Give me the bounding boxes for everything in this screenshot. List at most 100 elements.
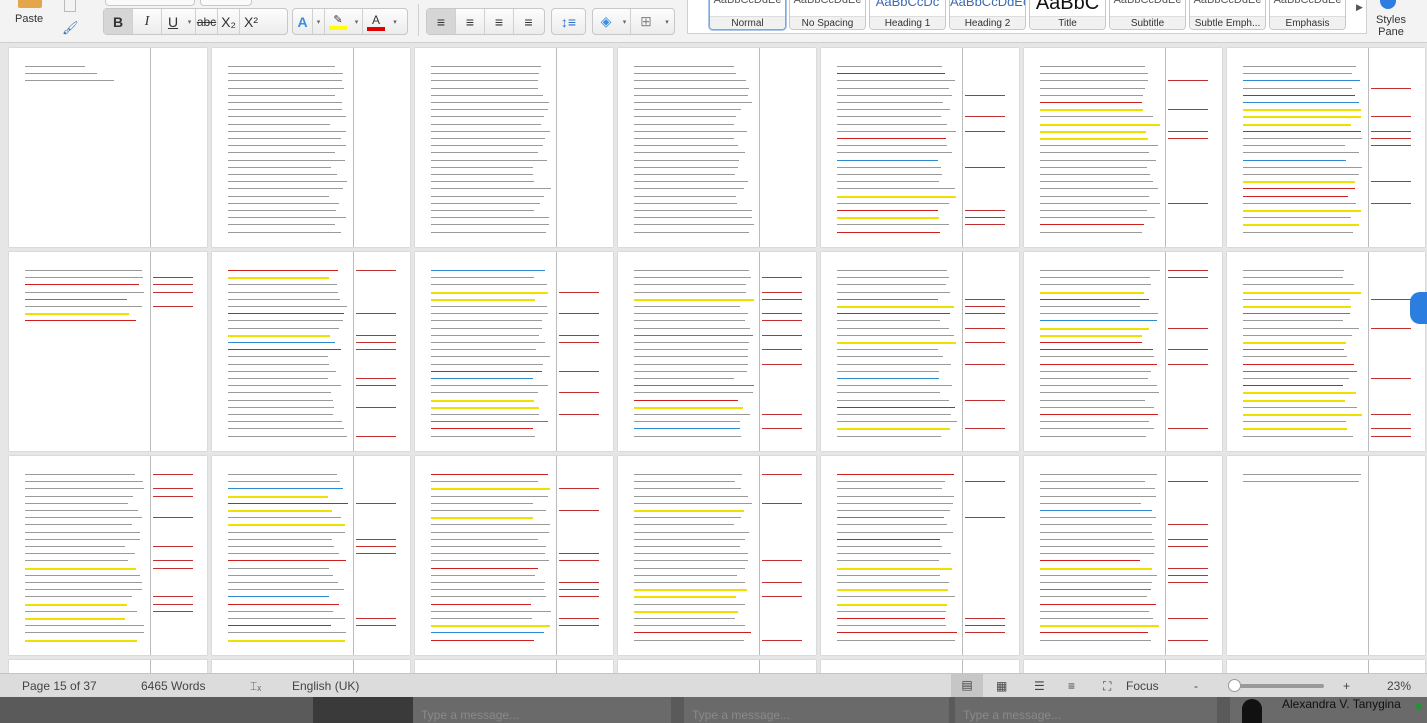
comment-balloon[interactable]: [356, 334, 396, 336]
comment-balloon[interactable]: [356, 349, 396, 351]
shading-icon[interactable]: ◈: [593, 9, 619, 34]
comment-balloon[interactable]: [356, 538, 396, 540]
comment-balloon[interactable]: [1168, 546, 1208, 547]
page-thumbnail[interactable]: [618, 660, 816, 673]
comment-balloon[interactable]: [1168, 582, 1208, 583]
format-painter-icon[interactable]: 🖌: [62, 20, 79, 35]
paste-button[interactable]: Paste: [10, 0, 50, 42]
comment-balloon[interactable]: [965, 116, 1005, 118]
align-right-button[interactable]: ≡: [485, 9, 514, 34]
comment-balloon[interactable]: [1168, 270, 1208, 271]
comment-balloon[interactable]: [356, 546, 396, 547]
page-count[interactable]: Page 15 of 37: [22, 679, 97, 693]
styles-pane-button[interactable]: Styles Pane: [1372, 0, 1410, 38]
page-thumbnail[interactable]: [618, 456, 816, 655]
style-normal[interactable]: AaBbCcDdEe Normal: [709, 0, 786, 30]
page-thumbnail[interactable]: [821, 660, 1019, 673]
comment-balloon[interactable]: [965, 632, 1005, 634]
style-no-spacing[interactable]: AaBbCcDdEe No Spacing: [789, 0, 866, 30]
comment-balloon[interactable]: [1168, 618, 1208, 619]
page-thumbnail[interactable]: [821, 48, 1019, 247]
page-thumbnail[interactable]: [415, 456, 613, 655]
comment-balloon[interactable]: [762, 639, 802, 641]
page-thumbnail[interactable]: [212, 456, 410, 655]
font-color-dropdown[interactable]: ▾: [389, 9, 401, 34]
comment-balloon[interactable]: [1168, 109, 1208, 111]
page-thumbnail[interactable]: [618, 48, 816, 247]
comment-balloon[interactable]: [965, 399, 1005, 401]
comment-balloon[interactable]: [356, 342, 396, 343]
comment-balloon[interactable]: [1371, 298, 1411, 300]
comment-balloon[interactable]: [356, 378, 396, 379]
comment-balloon[interactable]: [356, 618, 396, 619]
comment-balloon[interactable]: [153, 291, 193, 293]
style-emphasis[interactable]: AaBbCcDdEe Emphasis: [1269, 0, 1346, 30]
highlight-dropdown[interactable]: ▾: [351, 9, 363, 34]
comment-balloon[interactable]: [762, 349, 802, 351]
comment-balloon[interactable]: [356, 406, 396, 408]
comment-balloon[interactable]: [762, 428, 802, 430]
comment-balloon[interactable]: [559, 618, 599, 619]
zoom-slider-thumb[interactable]: [1228, 679, 1241, 692]
comment-balloon[interactable]: [153, 488, 193, 490]
comment-balloon[interactable]: [965, 94, 1005, 96]
comment-balloon[interactable]: [762, 320, 802, 322]
page-thumbnail[interactable]: [1024, 252, 1222, 451]
comment-balloon[interactable]: [559, 560, 599, 562]
style-heading-1[interactable]: AaBbCcDc Heading 1: [869, 0, 946, 30]
comment-balloon[interactable]: [965, 130, 1005, 132]
zoom-in-button[interactable]: +: [1343, 679, 1350, 693]
comment-balloon[interactable]: [1371, 378, 1411, 379]
comment-balloon[interactable]: [153, 567, 193, 569]
comment-balloon[interactable]: [965, 217, 1005, 219]
comment-balloon[interactable]: [356, 502, 396, 504]
page-thumbnail[interactable]: [212, 660, 410, 673]
draft-icon[interactable]: ≡: [1068, 679, 1075, 693]
comment-balloon[interactable]: [153, 306, 193, 307]
comment-balloon[interactable]: [153, 610, 193, 612]
comment-balloon[interactable]: [153, 277, 193, 279]
page-thumbnail[interactable]: [415, 660, 613, 673]
comment-balloon[interactable]: [965, 428, 1005, 430]
style-subtle-emph[interactable]: AaBbCcDdEe Subtle Emph...: [1189, 0, 1266, 30]
text-effects-icon[interactable]: A: [293, 9, 313, 34]
style-heading-2[interactable]: AaBbCcDdEe Heading 2: [949, 0, 1026, 30]
superscript-button[interactable]: X²: [240, 9, 262, 34]
page-thumbnail[interactable]: [9, 48, 207, 247]
page-thumbnail[interactable]: [1227, 48, 1425, 247]
page-thumbnail[interactable]: [618, 252, 816, 451]
comment-balloon[interactable]: [1371, 145, 1411, 147]
subscript-button[interactable]: X₂: [218, 9, 240, 34]
shading-dropdown[interactable]: ▾: [619, 9, 631, 34]
web-layout-icon[interactable]: ▦: [996, 679, 1007, 693]
comment-balloon[interactable]: [762, 474, 802, 475]
page-thumbnail[interactable]: [9, 252, 207, 451]
page-thumbnail[interactable]: [415, 48, 613, 247]
comment-balloon[interactable]: [965, 481, 1005, 483]
comment-balloon[interactable]: [965, 313, 1005, 315]
focus-button[interactable]: Focus: [1126, 679, 1159, 693]
comment-balloon[interactable]: [762, 414, 802, 415]
comment-balloon[interactable]: [762, 277, 802, 279]
comment-balloon[interactable]: [559, 392, 599, 394]
copy-icon[interactable]: [64, 0, 76, 12]
comment-balloon[interactable]: [965, 224, 1005, 226]
comment-balloon[interactable]: [559, 510, 599, 511]
comment-balloon[interactable]: [559, 342, 599, 343]
comment-balloon[interactable]: [153, 596, 193, 598]
comment-balloon[interactable]: [965, 618, 1005, 619]
align-left-button[interactable]: ≡: [427, 9, 456, 34]
comment-balloon[interactable]: [1371, 327, 1411, 329]
text-effects-dropdown[interactable]: ▾: [313, 9, 325, 34]
outline-icon[interactable]: ☰: [1034, 679, 1045, 693]
word-count[interactable]: 6465 Words: [141, 679, 205, 693]
comment-balloon[interactable]: [1168, 428, 1208, 430]
comment-balloon[interactable]: [762, 582, 802, 583]
page-thumbnail[interactable]: [1024, 456, 1222, 655]
comment-balloon[interactable]: [965, 625, 1005, 627]
comment-balloon[interactable]: [356, 313, 396, 315]
borders-dropdown[interactable]: ▾: [661, 9, 673, 34]
comment-balloon[interactable]: [559, 553, 599, 555]
message-input[interactable]: Type a message...: [963, 708, 1061, 722]
page-thumbnail[interactable]: [9, 456, 207, 655]
